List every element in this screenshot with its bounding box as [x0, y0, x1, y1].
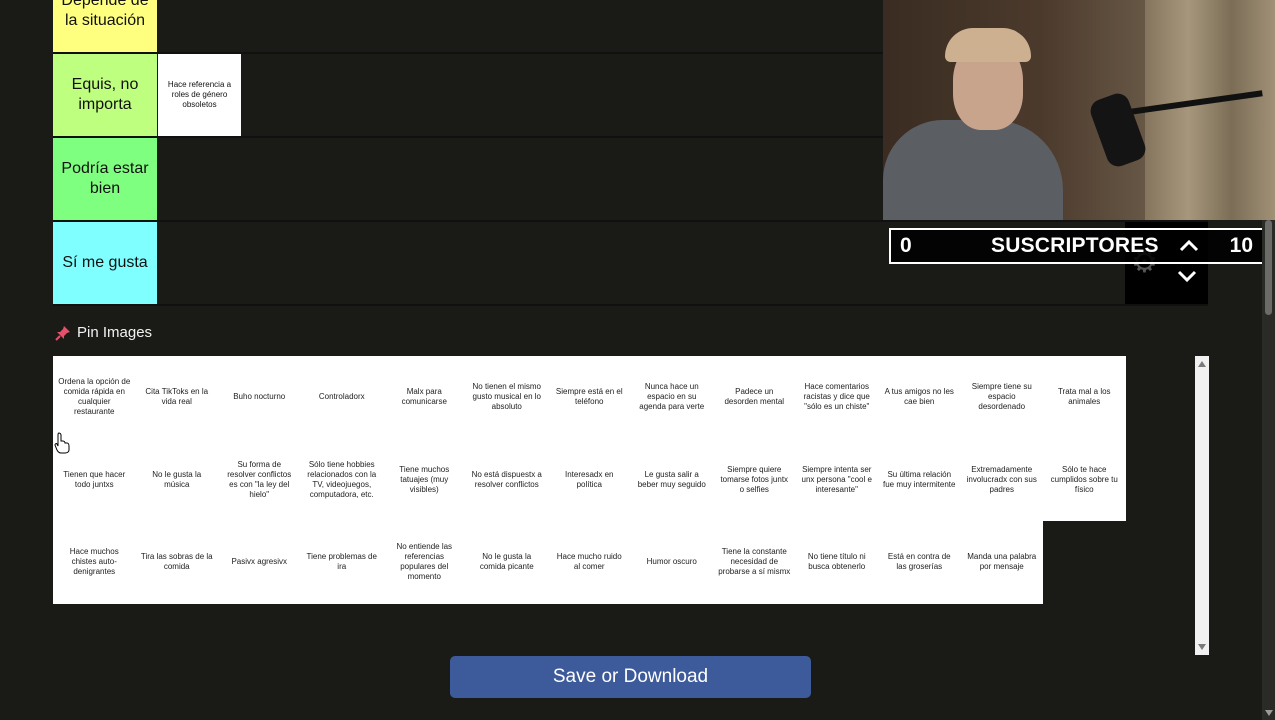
pin-card[interactable]: Tira las sobras de la comida: [135, 521, 218, 604]
pin-card[interactable]: Tiene problemas de ira: [300, 521, 383, 604]
page-scrollbar-thumb[interactable]: [1265, 220, 1272, 315]
pin-card[interactable]: No le gusta la comida picante: [465, 521, 548, 604]
tier-label[interactable]: Depende de la situación: [53, 0, 157, 52]
pin-card[interactable]: Cita TikToks en la vida real: [135, 356, 218, 439]
pin-images-title: Pin Images: [77, 324, 153, 341]
pin-card[interactable]: Sólo te hace cumplidos sobre tu físico: [1043, 438, 1126, 522]
subscriber-count: 0: [900, 234, 912, 257]
microphone: [1087, 90, 1149, 170]
subscriber-label: SUSCRIPTORES: [991, 234, 1159, 257]
pin-card[interactable]: Trata mal a los animales: [1043, 356, 1126, 439]
pin-card[interactable]: Su forma de resolver conflictos es con "…: [218, 438, 301, 522]
pin-card[interactable]: Extremadamente involucradx con sus padre…: [960, 438, 1043, 522]
hand-cursor-icon: [54, 432, 70, 454]
pin-images-area: Ordena la opción de comida rápida en cua…: [53, 356, 1126, 604]
pin-card[interactable]: Tiene muchos tatuajes (muy visibles): [383, 438, 466, 522]
pin-row: Hace muchos chistes auto-denigrantes Tir…: [53, 521, 1126, 604]
subscriber-goal: 10: [1229, 234, 1253, 257]
pin-card[interactable]: Está en contra de las groserías: [878, 521, 961, 604]
pin-card[interactable]: Controladorx: [300, 356, 383, 439]
tier-label[interactable]: Sí me gusta: [53, 222, 157, 304]
pin-card[interactable]: Padece un desorden mental: [713, 356, 796, 439]
pin-card[interactable]: No entiende las referencias populares de…: [383, 521, 466, 604]
pin-card[interactable]: Manda una palabra por mensaje: [960, 521, 1043, 604]
pushpin-icon: [55, 325, 70, 341]
scroll-up-arrow-icon[interactable]: [1198, 361, 1206, 367]
pin-card[interactable]: Hace muchos chistes auto-denigrantes: [53, 521, 136, 604]
pin-card[interactable]: Nunca hace un espacio en su agenda para …: [630, 356, 713, 439]
pin-card[interactable]: A tus amigos no les cae bien: [878, 356, 961, 439]
tier-label[interactable]: Equis, no importa: [53, 54, 157, 136]
pin-card[interactable]: Su última relación fue muy intermitente: [878, 438, 961, 522]
pin-card[interactable]: No está dispuestx a resolver conflictos: [465, 438, 548, 522]
chevron-up-icon: [1179, 239, 1199, 252]
pin-card[interactable]: No le gusta la música: [135, 438, 218, 522]
pin-card[interactable]: Malx para comunicarse: [383, 356, 466, 439]
webcam-person-body: [883, 120, 1063, 220]
pin-card[interactable]: Siempre está en el teléfono: [548, 356, 631, 439]
pin-card[interactable]: Siempre quiere tomarse fotos juntx o sel…: [713, 438, 796, 522]
pin-card[interactable]: Ordena la opción de comida rápida en cua…: [53, 356, 136, 439]
pin-row: Tienen que hacer todo juntxs No le gusta…: [53, 438, 1126, 522]
subscriber-counter: 0 SUSCRIPTORES 10: [889, 228, 1265, 264]
scroll-down-arrow-icon[interactable]: [1198, 644, 1206, 650]
webcam-overlay: [883, 0, 1275, 220]
pin-card[interactable]: Buho nocturno: [218, 356, 301, 439]
pin-row: Ordena la opción de comida rápida en cua…: [53, 356, 1126, 439]
save-or-download-button[interactable]: Save or Download: [450, 656, 811, 698]
page-scroll-down-arrow-icon[interactable]: [1265, 710, 1273, 716]
pin-card[interactable]: Hace mucho ruido al comer: [548, 521, 631, 604]
pin-card[interactable]: Le gusta salir a beber muy seguido: [630, 438, 713, 522]
pin-card[interactable]: Hace comentarios racistas y dice que "só…: [795, 356, 878, 439]
pin-card[interactable]: Tiene la constante necesidad de probarse…: [713, 521, 796, 604]
pin-card[interactable]: No tienen el mismo gusto musical en lo a…: [465, 356, 548, 439]
pin-card[interactable]: Interesadx en política: [548, 438, 631, 522]
pin-card[interactable]: Pasivx agresivx: [218, 521, 301, 604]
page-scrollbar[interactable]: [1262, 220, 1275, 720]
pin-images-header: Pin Images: [55, 324, 152, 341]
webcam-person-cap: [945, 28, 1031, 62]
tier-label[interactable]: Podría estar bien: [53, 138, 157, 220]
tier-card[interactable]: Hace referencia a roles de género obsole…: [158, 54, 241, 136]
pin-card[interactable]: No tiene título ni busca obtenerlo: [795, 521, 878, 604]
pin-area-scrollbar[interactable]: [1195, 356, 1209, 655]
chevron-down-icon[interactable]: [1175, 266, 1199, 286]
pin-card[interactable]: Humor oscuro: [630, 521, 713, 604]
pin-card[interactable]: Sólo tiene hobbies relacionados con la T…: [300, 438, 383, 522]
pin-card[interactable]: Siempre intenta ser unx persona "cool e …: [795, 438, 878, 522]
pin-card[interactable]: Siempre tiene su espacio desordenado: [960, 356, 1043, 439]
